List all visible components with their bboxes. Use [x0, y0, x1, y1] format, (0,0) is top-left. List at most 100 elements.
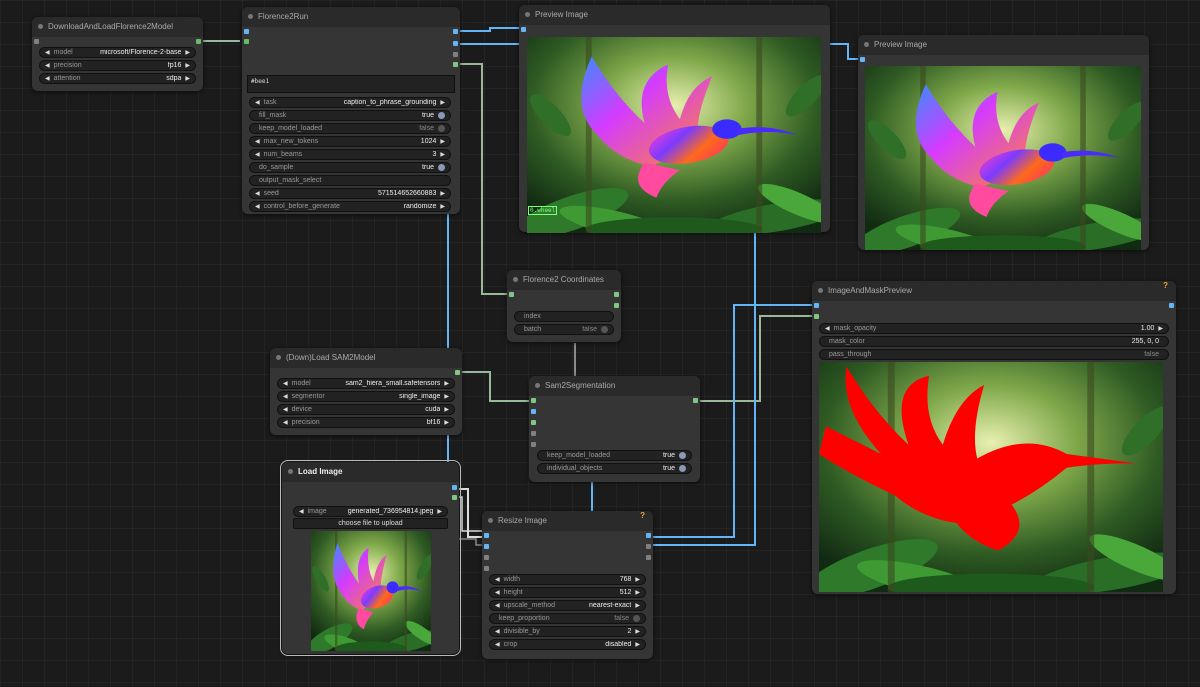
- node-title[interactable]: Sam2Segmentation: [529, 376, 700, 396]
- node-load-image[interactable]: Load Image ◀ image generated_736954814.j…: [280, 460, 461, 656]
- arrow-right-icon[interactable]: ▶: [444, 419, 449, 426]
- image-input-slot[interactable]: [814, 303, 819, 308]
- arrow-right-icon[interactable]: ▶: [635, 602, 640, 609]
- arrow-left-icon[interactable]: ◀: [495, 576, 500, 583]
- arrow-left-icon[interactable]: ◀: [283, 380, 288, 387]
- node-resize-image[interactable]: Resize Image ? ◀ width 768 ▶ ◀ height 51…: [482, 511, 653, 659]
- arrow-left-icon[interactable]: ◀: [825, 325, 830, 332]
- arrow-right-icon[interactable]: ▶: [635, 576, 640, 583]
- width-input-input-slot[interactable]: [484, 555, 489, 560]
- caption-output-slot[interactable]: [453, 52, 458, 57]
- arrow-left-icon[interactable]: ◀: [283, 419, 288, 426]
- individual-objects-toggle[interactable]: individual_objects true: [537, 463, 692, 474]
- node-title[interactable]: Preview Image: [858, 35, 1149, 55]
- control-before-generate-combo[interactable]: ◀ control_before_generate randomize ▶: [249, 201, 451, 212]
- num-beams-number[interactable]: ◀ num_beams 3 ▶: [249, 149, 451, 160]
- data-input-slot[interactable]: [509, 292, 514, 297]
- coordinates-negative-input-slot[interactable]: [531, 431, 536, 436]
- node-florence2-coordinates[interactable]: Florence2 Coordinates index batch false: [507, 270, 621, 342]
- node-title[interactable]: Load Image: [282, 462, 459, 482]
- image-combo[interactable]: ◀ image generated_736954814.jpeg ▶: [293, 506, 448, 517]
- model-combo[interactable]: ◀ model sam2_hiera_small.safetensors ▶: [277, 378, 455, 389]
- keep-proportion-toggle[interactable]: keep_proportion false: [489, 613, 646, 624]
- upscale-method-combo[interactable]: ◀ upscale_method nearest-exact ▶: [489, 600, 646, 611]
- toggle-knob-icon[interactable]: [438, 164, 445, 171]
- arrow-left-icon[interactable]: ◀: [45, 49, 50, 56]
- arrow-right-icon[interactable]: ▶: [440, 203, 445, 210]
- coordinates-positive-input-slot[interactable]: [531, 420, 536, 425]
- node-florence2run[interactable]: Florence2Run #bee1 ◀ task caption_to_phr…: [242, 7, 460, 214]
- help-icon[interactable]: ?: [640, 511, 645, 520]
- mask-color-field[interactable]: mask_color 255, 0, 0: [819, 336, 1169, 347]
- node-title[interactable]: Florence2Run: [242, 7, 460, 27]
- get-image-size-input-slot[interactable]: [484, 544, 489, 549]
- help-icon[interactable]: ?: [1163, 281, 1168, 290]
- do-sample-toggle[interactable]: do_sample true: [249, 162, 451, 173]
- precision-combo[interactable]: ◀ precision bf16 ▶: [277, 417, 455, 428]
- height-number[interactable]: ◀ height 512 ▶: [489, 587, 646, 598]
- arrow-right-icon[interactable]: ▶: [440, 99, 445, 106]
- mask-input-slot[interactable]: [814, 314, 819, 319]
- node-sam2segmentation[interactable]: Sam2Segmentation keep_model_loaded true …: [529, 376, 700, 482]
- arrow-left-icon[interactable]: ◀: [255, 99, 260, 106]
- node-title[interactable]: ImageAndMaskPreview: [812, 281, 1176, 301]
- arrow-right-icon[interactable]: ▶: [185, 62, 190, 69]
- model-combo[interactable]: ◀ model microsoft/Florence-2-base ▶: [39, 47, 196, 58]
- max-new-tokens-number[interactable]: ◀ max_new_tokens 1024 ▶: [249, 136, 451, 147]
- toggle-knob-icon[interactable]: [601, 326, 608, 333]
- bboxes-input-slot[interactable]: [531, 442, 536, 447]
- output-mask-select-field[interactable]: output_mask_select: [249, 175, 451, 186]
- arrow-right-icon[interactable]: ▶: [444, 393, 449, 400]
- florence2-model-output-slot[interactable]: [196, 39, 201, 44]
- images-input-slot[interactable]: [860, 57, 865, 62]
- node-title[interactable]: Resize Image: [482, 511, 653, 531]
- arrow-right-icon[interactable]: ▶: [444, 406, 449, 413]
- mask-output-slot[interactable]: [693, 398, 698, 403]
- arrow-left-icon[interactable]: ◀: [255, 190, 260, 197]
- arrow-left-icon[interactable]: ◀: [255, 203, 260, 210]
- keep-model-loaded-toggle[interactable]: keep_model_loaded true: [537, 450, 692, 461]
- composite-output-slot[interactable]: [1169, 303, 1174, 308]
- input-slot[interactable]: [34, 39, 39, 44]
- mask-output-slot[interactable]: [452, 495, 457, 500]
- precision-combo[interactable]: ◀ precision fp16 ▶: [39, 60, 196, 71]
- arrow-left-icon[interactable]: ◀: [495, 589, 500, 596]
- image-input-slot[interactable]: [484, 533, 489, 538]
- width-number[interactable]: ◀ width 768 ▶: [489, 574, 646, 585]
- bboxes-output-slot[interactable]: [614, 303, 619, 308]
- arrow-right-icon[interactable]: ▶: [635, 589, 640, 596]
- arrow-left-icon[interactable]: ◀: [45, 62, 50, 69]
- image-output-slot[interactable]: [453, 29, 458, 34]
- arrow-left-icon[interactable]: ◀: [45, 75, 50, 82]
- arrow-right-icon[interactable]: ▶: [440, 190, 445, 197]
- divisible-by-number[interactable]: ◀ divisible_by 2 ▶: [489, 626, 646, 637]
- node-title[interactable]: DownloadAndLoadFlorence2Model: [32, 17, 203, 37]
- node-download-florence[interactable]: DownloadAndLoadFlorence2Model ◀ model mi…: [32, 17, 203, 91]
- arrow-left-icon[interactable]: ◀: [255, 138, 260, 145]
- arrow-right-icon[interactable]: ▶: [440, 138, 445, 145]
- toggle-knob-icon[interactable]: [438, 125, 445, 132]
- text-input-field[interactable]: #bee1: [247, 75, 455, 93]
- choose-file-button[interactable]: choose file to upload: [293, 518, 448, 529]
- keep-model-loaded-toggle[interactable]: keep_model_loaded false: [249, 123, 451, 134]
- task-combo[interactable]: ◀ task caption_to_phrase_grounding ▶: [249, 97, 451, 108]
- mask-output-slot[interactable]: [453, 41, 458, 46]
- image-output-slot[interactable]: [452, 485, 457, 490]
- arrow-right-icon[interactable]: ▶: [185, 49, 190, 56]
- node-preview-image-2[interactable]: Preview Image: [858, 35, 1149, 250]
- mask-opacity-number[interactable]: ◀ mask_opacity 1.00 ▶: [819, 323, 1169, 334]
- arrow-right-icon[interactable]: ▶: [444, 380, 449, 387]
- seed-number[interactable]: ◀ seed 571514652660883 ▶: [249, 188, 451, 199]
- center-coordinates-output-slot[interactable]: [614, 292, 619, 297]
- arrow-left-icon[interactable]: ◀: [283, 393, 288, 400]
- arrow-right-icon[interactable]: ▶: [635, 641, 640, 648]
- device-combo[interactable]: ◀ device cuda ▶: [277, 404, 455, 415]
- arrow-left-icon[interactable]: ◀: [299, 508, 304, 515]
- toggle-knob-icon[interactable]: [438, 112, 445, 119]
- width-output-slot[interactable]: [646, 544, 651, 549]
- node-title[interactable]: Preview Image: [519, 5, 830, 25]
- arrow-right-icon[interactable]: ▶: [185, 75, 190, 82]
- toggle-knob-icon[interactable]: [679, 452, 686, 459]
- arrow-left-icon[interactable]: ◀: [495, 628, 500, 635]
- arrow-left-icon[interactable]: ◀: [495, 602, 500, 609]
